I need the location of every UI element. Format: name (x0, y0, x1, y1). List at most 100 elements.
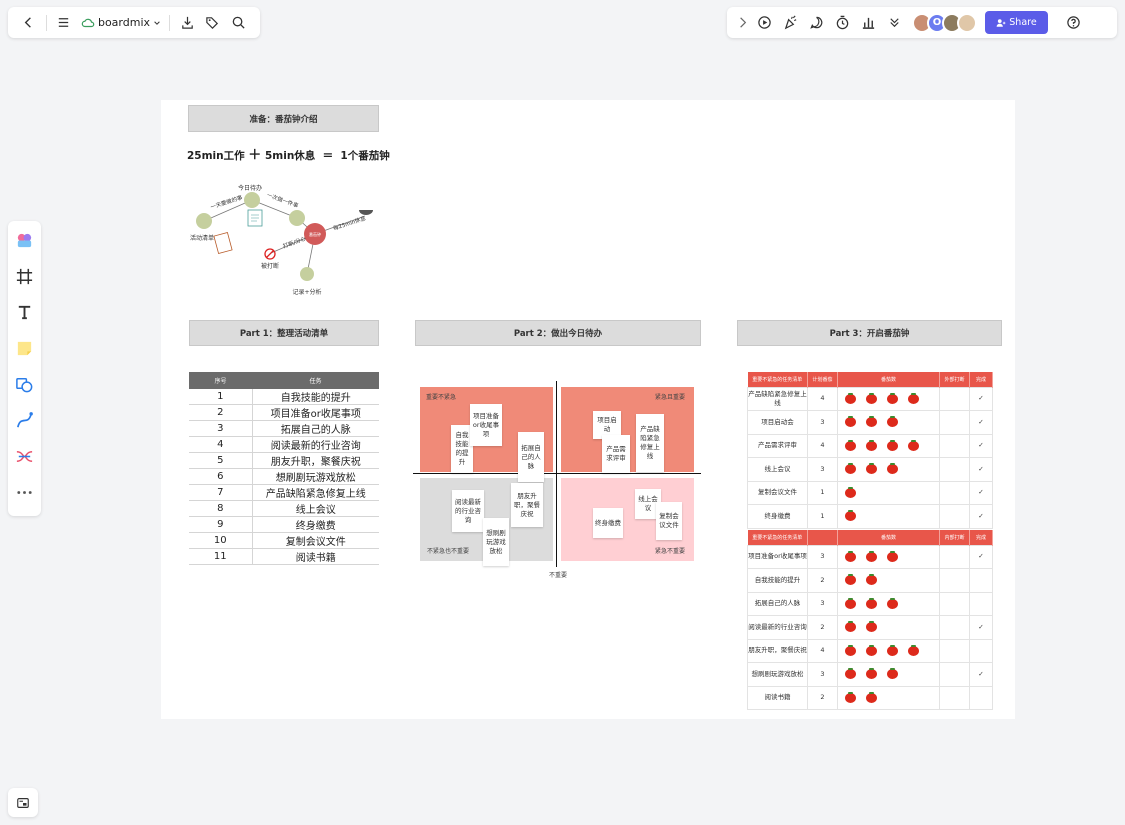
mindmap-node (244, 192, 260, 208)
done-check (969, 591, 994, 616)
task-name: 想刷剧玩游戏放松 (252, 468, 379, 486)
done-check: ✓ (969, 544, 994, 569)
divider (45, 14, 47, 31)
mindmap-icon[interactable] (11, 443, 39, 470)
task-name: 自我技能的提升 (747, 568, 808, 593)
board-frame[interactable]: 准备：番茄钟介绍 25min工作 ＋ 5min休息 ＝ 1个番茄钟 番茄钟 今日… (161, 100, 1015, 719)
sticky-note[interactable]: 阅读最新的行业咨询 (452, 490, 484, 532)
planned-count: 2 (807, 685, 838, 710)
tomato-icon (845, 574, 856, 586)
chevron-right-icon[interactable] (733, 10, 751, 36)
vote-icon[interactable] (855, 10, 881, 36)
formula-rest: 5min休息 (264, 150, 316, 162)
mindmap-center-label: 番茄钟 (309, 231, 321, 237)
connector-icon[interactable] (11, 407, 39, 434)
task-name: 复制会议文件 (252, 532, 379, 550)
sticky-note[interactable]: 项目准备or收尾事项 (470, 404, 502, 446)
task-name: 终身缴费 (747, 504, 808, 529)
sticky-note[interactable]: 复制会议文件 (656, 502, 682, 540)
row-number: 4 (189, 436, 253, 454)
coffee-icon (359, 210, 373, 215)
done-check: ✓ (969, 480, 994, 505)
back-icon[interactable] (16, 10, 42, 36)
tomato-icon (887, 644, 898, 656)
search-icon[interactable] (226, 10, 252, 36)
row-number: 3 (189, 420, 253, 438)
tomato-icon (866, 574, 877, 586)
download-icon[interactable] (174, 10, 200, 36)
play-icon[interactable] (751, 10, 777, 36)
tomato-icon (866, 621, 877, 633)
cloud-icon (81, 18, 95, 27)
part3-title: Part 3：开启番茄钟 (737, 320, 1002, 346)
tomato-cells (836, 662, 941, 687)
tomato-icon (866, 691, 877, 703)
table-row: 项目启动会 3 ✓ (747, 410, 994, 435)
timer-icon[interactable] (829, 10, 855, 36)
table-row: 线上会议 3 ✓ (747, 457, 994, 482)
table-row: 终身缴费 1 ✓ (747, 504, 994, 529)
brand-name: boardmix (97, 16, 151, 29)
task-name: 项目启动会 (747, 410, 808, 435)
tomato-cells (836, 685, 941, 710)
double-chevron-down-icon[interactable] (881, 10, 907, 36)
avatar[interactable] (957, 12, 977, 33)
checklist-icon (213, 232, 233, 254)
menu-icon[interactable] (51, 10, 77, 36)
done-check (969, 568, 994, 593)
tomato-cells (836, 386, 941, 411)
table-row: 7 产品缺陷紧急修复上线 (189, 484, 379, 502)
column-header: 外部打断 (939, 372, 971, 387)
table-row: 项目准备or收尾事项 3 ✓ (747, 544, 994, 569)
mindmap-label: 打断/分心 (282, 234, 308, 250)
board-switcher[interactable]: boardmix (77, 16, 165, 30)
row-number: 11 (189, 548, 253, 566)
task-name: 产品需求评审 (747, 433, 808, 458)
tomato-icon (866, 392, 877, 404)
collaborator-avatars[interactable]: O (912, 12, 977, 33)
divider (169, 14, 171, 31)
shapes-icon[interactable] (11, 371, 39, 398)
sticky-note-icon[interactable] (11, 335, 39, 362)
sticky-note[interactable]: 拓展自己的人脉 (518, 432, 544, 482)
matrix-y-axis (556, 381, 558, 567)
mindmap-node (289, 210, 305, 226)
planned-count: 4 (807, 386, 838, 411)
tomato-icon (887, 392, 898, 404)
quadrant-label: 紧急且重要 (655, 394, 686, 401)
sticky-note[interactable]: 想刷剧玩游戏放松 (483, 518, 509, 566)
tomato-icon (845, 439, 856, 451)
table-row: 朋友升职，聚餐庆祝 4 (747, 638, 994, 663)
share-button[interactable]: Share (985, 11, 1048, 34)
sticky-note[interactable]: 产品需求评审 (602, 435, 630, 473)
pomodoro-table-urgent: 重要不紧急的任务清单 计划番茄 番茄数 外部打断 完成 产品缺陷紧急修复上线 4 ✓ 项目启动… (747, 372, 994, 529)
column-header: 计划番茄 (807, 372, 838, 387)
tomato-icon (887, 597, 898, 609)
interruption-cell (939, 386, 971, 411)
table-row: 3 拓展自己的人脉 (189, 420, 379, 438)
done-check: ✓ (969, 386, 994, 411)
comment-icon[interactable] (803, 10, 829, 36)
more-icon[interactable] (11, 479, 39, 506)
tomato-cells (836, 568, 941, 593)
tag-icon[interactable] (200, 10, 226, 36)
share-label: Share (1009, 17, 1037, 28)
sticky-note[interactable]: 终身缴费 (593, 508, 623, 538)
mindmap-label: 活动清单 (190, 234, 214, 242)
help-icon[interactable] (1060, 10, 1086, 36)
column-header: 番茄数 (837, 372, 941, 387)
table-row: 2 项目准备or收尾事项 (189, 404, 379, 422)
done-check: ✓ (969, 457, 994, 482)
tomato-icon (908, 392, 919, 404)
sticky-note[interactable]: 朋友升职，聚餐庆祝 (511, 483, 543, 527)
minimap-button[interactable] (8, 788, 38, 817)
column-header: 完成 (969, 530, 994, 545)
text-icon[interactable] (11, 299, 39, 326)
row-number: 10 (189, 532, 253, 550)
sticky-note[interactable]: 产品缺陷紧急修复上线 (636, 414, 664, 472)
celebrate-icon[interactable] (777, 10, 803, 36)
task-name: 阅读最新的行业咨询 (747, 615, 808, 640)
frame-icon[interactable] (11, 263, 39, 290)
templates-icon[interactable] (11, 227, 39, 254)
done-check: ✓ (969, 615, 994, 640)
